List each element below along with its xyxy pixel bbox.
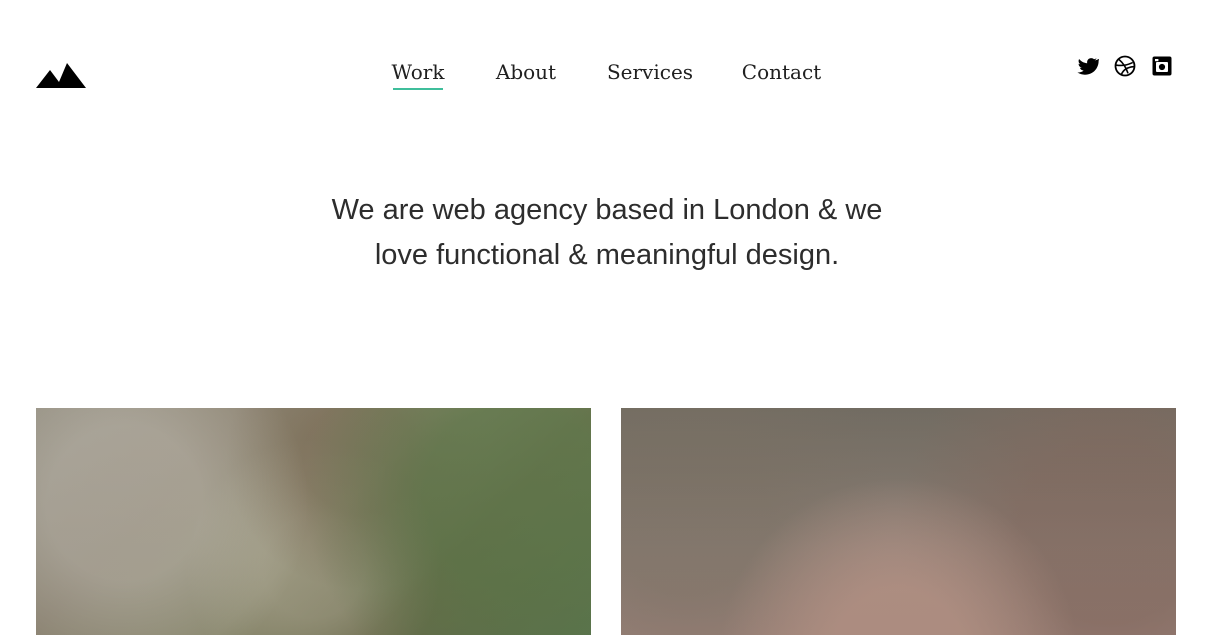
hero-line-1: We are web agency based in London & we bbox=[331, 194, 883, 226]
site-header: Work About Services Contact bbox=[0, 0, 1214, 120]
main-nav: Work About Services Contact bbox=[0, 56, 1214, 96]
project-card-right[interactable] bbox=[621, 408, 1176, 635]
nav-contact[interactable]: Contact bbox=[742, 56, 821, 90]
hero-line-2: love functional & meaningful design. bbox=[374, 239, 840, 271]
project-card-left[interactable] bbox=[36, 408, 591, 635]
hero-copy: We are web agency based in London & we l… bbox=[220, 188, 994, 288]
portfolio-gallery bbox=[36, 408, 1176, 635]
twitter-icon[interactable] bbox=[1075, 54, 1099, 78]
nav-services[interactable]: Services bbox=[606, 56, 694, 90]
instagram-icon[interactable] bbox=[1150, 54, 1174, 78]
nav-about[interactable]: About bbox=[494, 56, 558, 90]
nav-work[interactable]: Work bbox=[391, 56, 445, 90]
dribbble-icon[interactable] bbox=[1113, 54, 1137, 78]
